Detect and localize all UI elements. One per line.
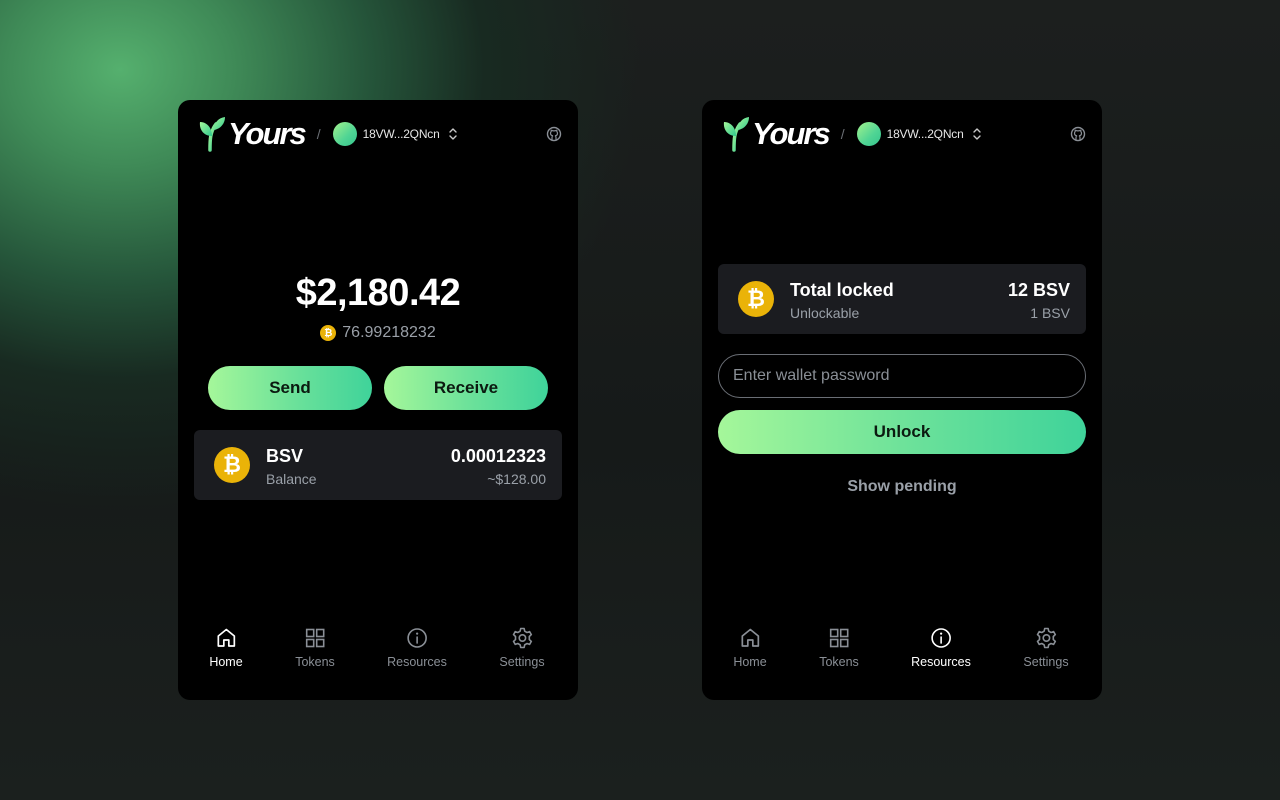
brand-name: Yours [752, 116, 831, 151]
asset-name: BSV [266, 446, 304, 466]
separator: / [316, 126, 321, 142]
header: Yours / 18VW...2QNcn [198, 114, 564, 154]
nav-tokens[interactable]: Tokens [295, 626, 335, 669]
show-pending-link[interactable]: Show pending [702, 478, 1102, 496]
nav-label-home: Home [733, 655, 767, 669]
unlock-button[interactable]: Unlock [718, 410, 1086, 454]
account-avatar [332, 122, 357, 146]
nav-label-resources: Resources [387, 655, 447, 669]
asset-amount: 0.00012323 [450, 446, 546, 466]
receive-button[interactable]: Receive [384, 366, 548, 410]
bitcoin-sv-icon: ₿ [738, 281, 774, 317]
account-switcher[interactable]: 18VW...2QNcn [856, 122, 982, 146]
bitcoin-sv-icon: ₿ [320, 325, 337, 341]
asset-usd-value: ~$128.00 [487, 471, 546, 487]
bottom-nav: Home Tokens Resources Settings [702, 626, 1102, 676]
unlockable-amount: 1 BSV [1030, 305, 1070, 321]
asset-card-bsv[interactable]: ₿ BSV Balance 0.00012323 ~$128.00 [194, 430, 562, 500]
wallet-password-input[interactable] [718, 354, 1086, 398]
grid-icon [829, 628, 849, 648]
wallet-resources-panel: Yours / 18VW...2QNcn ₿ Total locked Unlo… [702, 100, 1102, 700]
github-icon[interactable] [546, 126, 562, 142]
account-address: 18VW...2QNcn [362, 127, 440, 141]
total-locked-card: ₿ Total locked Unlockable 12 BSV 1 BSV [718, 264, 1086, 334]
nav-label-resources: Resources [911, 655, 971, 669]
logo: Yours [198, 116, 307, 152]
bsv-amount: 76.99218232 [342, 324, 436, 341]
logo: Yours [722, 116, 831, 152]
account-avatar [856, 122, 881, 146]
account-address: 18VW...2QNcn [886, 127, 964, 141]
leaf-logo-icon [199, 117, 225, 152]
separator: / [840, 126, 845, 142]
nav-label-home: Home [209, 655, 243, 669]
unlockable-label: Unlockable [790, 305, 860, 321]
nav-resources[interactable]: Resources [911, 626, 971, 669]
github-icon[interactable] [1070, 126, 1086, 142]
nav-resources[interactable]: Resources [387, 626, 447, 669]
gear-icon [1036, 627, 1056, 649]
grid-icon [305, 628, 325, 648]
home-icon [217, 628, 235, 647]
leaf-logo-icon [723, 117, 749, 152]
account-switcher[interactable]: 18VW...2QNcn [332, 122, 458, 146]
chevron-up-down-icon [972, 128, 981, 140]
nav-label-tokens: Tokens [295, 655, 335, 669]
nav-settings[interactable]: Settings [499, 626, 545, 669]
total-balance-bsv: ₿ 76.99218232 [178, 324, 578, 342]
home-icon [741, 628, 759, 647]
locked-title: Total locked [790, 280, 894, 300]
nav-label-settings: Settings [499, 655, 545, 669]
info-icon [931, 628, 951, 648]
gear-icon [512, 627, 532, 649]
bottom-nav: Home Tokens Resources Settings [178, 626, 578, 676]
chevron-up-down-icon [448, 128, 457, 140]
info-icon [407, 628, 427, 648]
nav-settings[interactable]: Settings [1023, 626, 1069, 669]
bitcoin-sv-icon: ₿ [214, 447, 250, 483]
nav-tokens[interactable]: Tokens [819, 626, 859, 669]
brand-name: Yours [228, 116, 307, 151]
wallet-home-panel: Yours / 18VW...2QNcn $2,180.42 ₿ 76.9921… [178, 100, 578, 700]
nav-home[interactable]: Home [209, 626, 243, 669]
nav-home[interactable]: Home [733, 626, 767, 669]
nav-label-settings: Settings [1023, 655, 1069, 669]
total-balance-usd: $2,180.42 [295, 272, 461, 314]
nav-label-tokens: Tokens [819, 655, 859, 669]
locked-amount: 12 BSV [1007, 280, 1070, 300]
header: Yours / 18VW...2QNcn [722, 114, 1088, 154]
asset-subtitle: Balance [266, 471, 317, 487]
send-button[interactable]: Send [208, 366, 372, 410]
